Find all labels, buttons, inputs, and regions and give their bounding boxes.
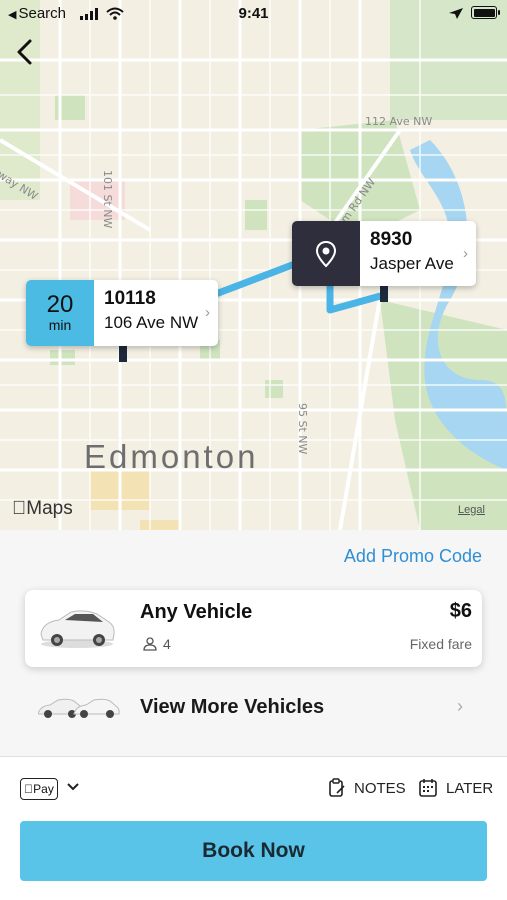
- cars-icon: [38, 698, 120, 718]
- view-more-vehicles-row[interactable]: View More Vehicles ›: [0, 680, 507, 736]
- dropoff-address-line1: 8930: [370, 229, 413, 250]
- car-icon: [40, 610, 115, 648]
- location-pin-badge: [292, 221, 360, 286]
- back-arrow-icon[interactable]: [12, 38, 38, 66]
- location-arrow-icon: [449, 7, 463, 19]
- pickup-address-line1: 10118: [104, 288, 156, 309]
- notes-icon: [329, 778, 345, 797]
- notes-label: NOTES: [354, 779, 406, 797]
- notes-button[interactable]: NOTES: [328, 778, 406, 798]
- dropoff-callout[interactable]: 8930 Jasper Ave ›: [292, 221, 476, 286]
- battery-icon: [471, 6, 500, 19]
- fare-type: Fixed fare: [409, 636, 472, 652]
- eta-badge: 20 min: [26, 280, 94, 346]
- city-label: Edmonton: [84, 438, 259, 475]
- wifi-icon: [106, 7, 124, 20]
- apple-logo-icon: : [24, 782, 33, 796]
- signal-icon: [80, 8, 98, 20]
- pickup-address-line2: 106 Ave NW: [104, 313, 199, 332]
- location-pin-icon: [315, 240, 337, 267]
- chevron-right-icon: ›: [463, 244, 468, 262]
- later-button[interactable]: LATER: [418, 778, 493, 798]
- vehicle-name: Any Vehicle: [140, 601, 253, 623]
- capacity: 4: [143, 636, 171, 652]
- calendar-icon: [419, 779, 437, 797]
- apple-pay-selector[interactable]: Pay: [20, 778, 58, 800]
- apple-logo-icon: : [12, 498, 26, 519]
- chevron-right-icon: ›: [457, 696, 463, 716]
- add-promo-code-link[interactable]: Add Promo Code: [344, 546, 482, 567]
- later-label: LATER: [446, 779, 494, 797]
- vehicle-option-card[interactable]: Any Vehicle 4 $6 Fixed fare: [25, 590, 482, 667]
- map-view[interactable]: 112 Ave NW 101 St NW way NW m Rd NW 95 S…: [0, 0, 507, 530]
- clock: 9:41: [238, 5, 269, 22]
- dropoff-address-line2: Jasper Ave: [370, 254, 454, 273]
- street-label: 112 Ave NW: [365, 115, 433, 128]
- view-more-vehicles-label: View More Vehicles: [140, 696, 325, 718]
- book-now-button[interactable]: Book Now: [20, 821, 487, 881]
- status-bar: ◀ Search 9:41: [0, 0, 507, 28]
- street-label: 101 St NW: [101, 170, 114, 229]
- eta-value: 20: [46, 291, 74, 318]
- price: $6: [449, 600, 472, 622]
- chevron-down-icon[interactable]: [66, 779, 80, 795]
- maps-attribution: Maps: [12, 498, 73, 519]
- pickup-callout[interactable]: 20 min 10118 106 Ave NW ›: [26, 280, 218, 346]
- street-label: 95 St NW: [296, 403, 309, 455]
- capacity-value: 4: [163, 636, 171, 652]
- legal-link[interactable]: Legal: [458, 504, 485, 516]
- eta-unit: min: [48, 317, 72, 333]
- chevron-right-icon: ›: [205, 304, 210, 321]
- person-icon: [143, 637, 157, 651]
